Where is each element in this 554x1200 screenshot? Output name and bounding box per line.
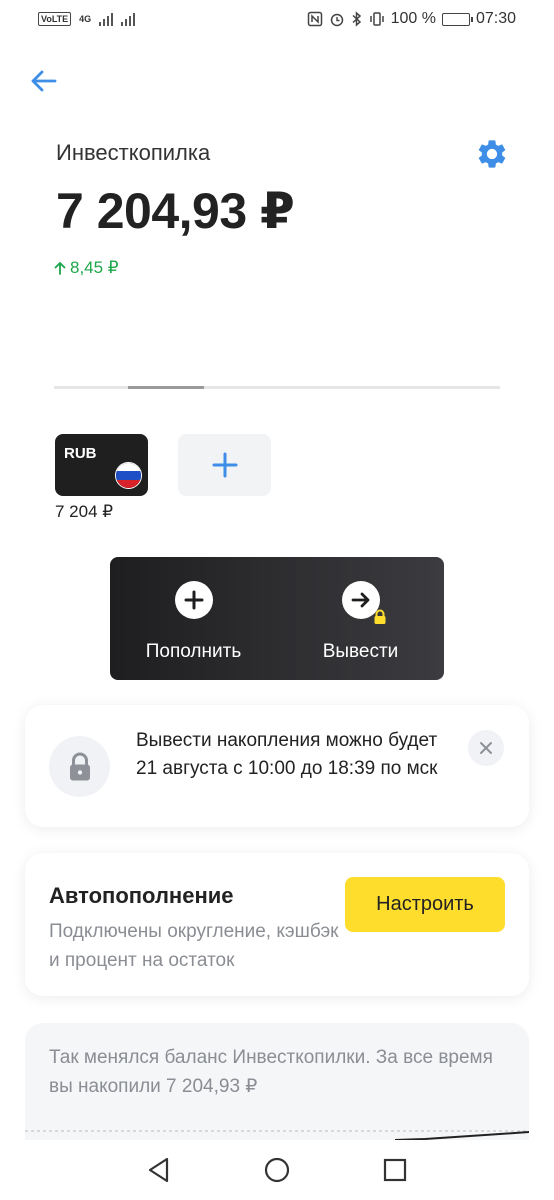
signal-icon — [99, 12, 114, 26]
auto-topup-description: Подключены округление, кэшбэк и процент … — [49, 921, 339, 971]
close-icon — [480, 742, 492, 754]
network-type: 4G — [79, 13, 92, 24]
triangle-back-icon — [148, 1157, 169, 1183]
lock-badge-icon — [372, 609, 388, 625]
top-up-label: Пополнить — [145, 641, 242, 662]
back-button[interactable] — [24, 62, 62, 100]
nav-back-button[interactable] — [144, 1155, 174, 1185]
vibrate-icon — [369, 12, 384, 26]
plus-icon — [212, 452, 237, 478]
settings-button[interactable] — [472, 134, 512, 174]
lock-icon — [49, 736, 110, 797]
balance-change-value: 8,45 ₽ — [70, 258, 119, 277]
history-text: Так менялся баланс Инвесткопилки. За все… — [49, 1047, 493, 1097]
action-panel: Пополнить Вывести — [110, 557, 444, 680]
gear-icon — [478, 140, 506, 168]
nav-home-button[interactable] — [262, 1155, 292, 1185]
currency-card-rub[interactable]: RUB — [55, 434, 148, 496]
signal-icon-2 — [121, 12, 136, 26]
close-button[interactable] — [468, 730, 504, 766]
withdraw-notice-card: Вывести накопления можно будет 21 август… — [25, 705, 529, 827]
plus-circle-icon — [174, 581, 213, 619]
withdraw-label: Вывести — [322, 641, 399, 662]
clock: 07:30 — [475, 10, 516, 27]
alarm-icon — [330, 13, 343, 27]
arrow-up-icon — [54, 262, 66, 275]
circle-home-icon — [264, 1157, 290, 1183]
auto-topup-title: Автопополнение — [49, 883, 234, 908]
russia-flag-icon — [115, 462, 142, 489]
battery-icon — [441, 12, 473, 26]
arrow-right-circle-icon — [341, 581, 385, 624]
nav-recents-button[interactable] — [380, 1155, 410, 1185]
volte-badge: VoLTE — [38, 12, 72, 26]
nfc-icon — [307, 11, 322, 27]
system-nav-bar — [0, 1140, 554, 1200]
page-title: Инвесткопилка — [56, 140, 211, 165]
square-recents-icon — [383, 1158, 407, 1182]
top-up-button[interactable]: Пополнить — [110, 557, 277, 680]
balance-amount: 7 204,93 ₽ — [56, 183, 295, 239]
notice-text: Вывести накопления можно будет 21 август… — [136, 730, 438, 779]
battery-percent: 100 % — [390, 10, 436, 27]
pager-track — [54, 386, 500, 389]
currency-amount: 7 204 ₽ — [55, 502, 114, 521]
currency-code: RUB — [64, 445, 97, 462]
balance-change: 8,45 ₽ — [54, 258, 119, 278]
status-right: 100 % 07:30 — [307, 10, 516, 28]
status-bar: VoLTE 4G 100 % 07:30 — [0, 0, 554, 38]
pager-indicator — [128, 386, 204, 389]
add-currency-button[interactable] — [178, 434, 271, 496]
arrow-left-icon — [31, 70, 57, 92]
auto-topup-card: Автопополнение Подключены округление, кэ… — [25, 853, 529, 996]
setup-button[interactable]: Настроить — [345, 877, 505, 932]
bluetooth-icon — [352, 11, 361, 27]
withdraw-button[interactable]: Вывести — [277, 557, 444, 680]
status-left: VoLTE 4G — [38, 12, 136, 26]
